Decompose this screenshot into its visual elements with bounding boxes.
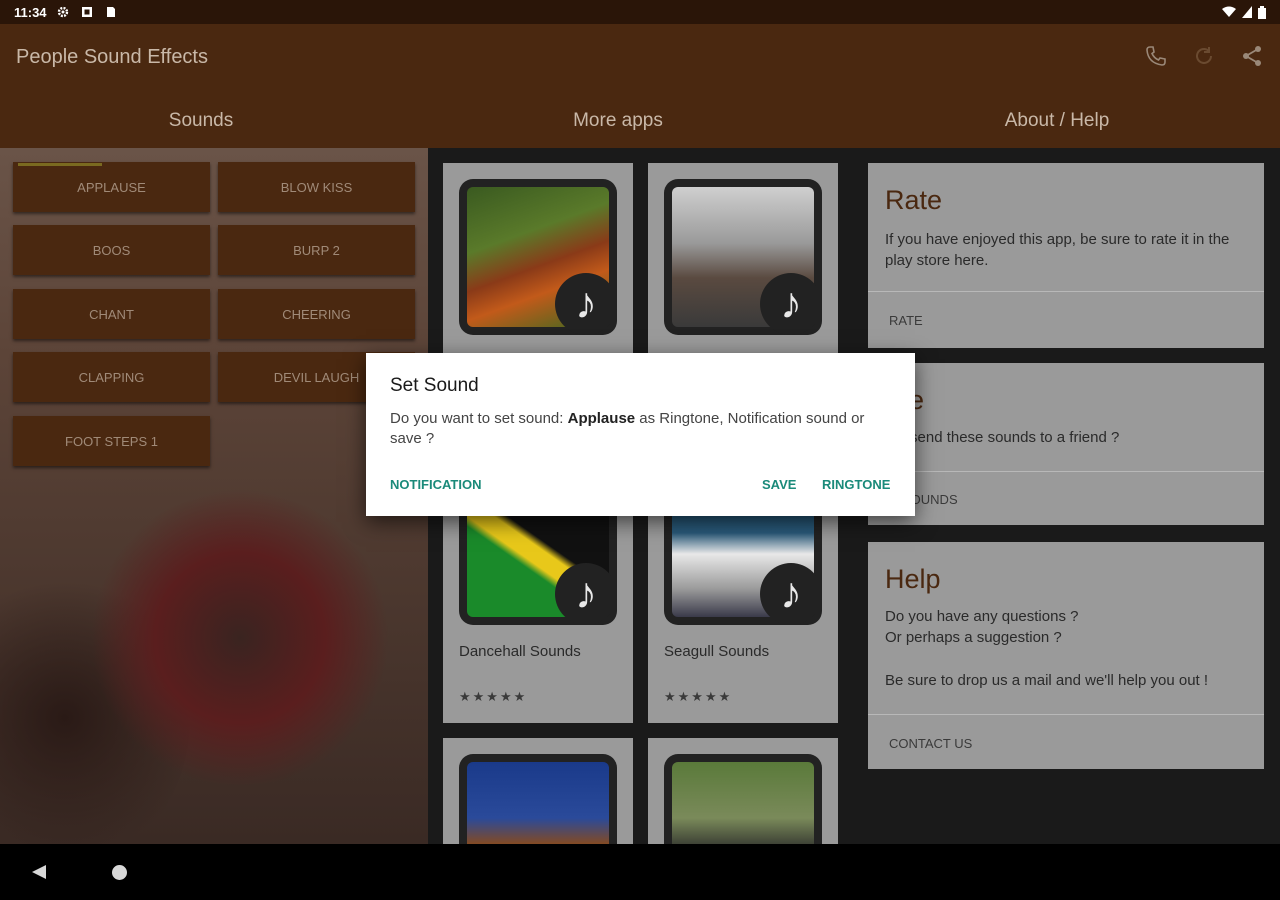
sound-button-cheering[interactable]: CHEERING [218,289,415,339]
dialog-message: Do you want to set sound: Applause as Ri… [390,409,893,449]
square-icon [81,7,92,17]
sound-button-chant[interactable]: CHANT [13,289,210,339]
status-bar: 11:34 [0,0,1280,24]
notification-button[interactable]: NOTIFICATION [390,477,481,492]
rate-card: Rate If you have enjoyed this app, be su… [868,163,1264,348]
background-image-detail [90,488,390,788]
help-line: Be sure to drop us a mail and we'll help… [885,672,1209,689]
signal-icon [1242,6,1252,18]
dialog-message-prefix: Do you want to set sound: [390,410,568,427]
sound-button-clapping[interactable]: CLAPPING [13,352,210,402]
music-note-icon: ♪ [555,273,617,335]
set-sound-dialog: Set Sound Do you want to set sound: Appl… [366,353,915,516]
app-bar-actions [1144,44,1264,68]
battery-icon [1258,5,1266,19]
share-icon[interactable] [1240,44,1264,68]
app-thumbnail: ♪ [459,179,617,335]
app-bar: People Sound Effects Sounds More apps Ab… [0,24,1280,148]
rate-body: If you have enjoyed this app, be sure to… [885,231,1230,269]
about-help-panel: Rate If you have enjoyed this app, be su… [852,148,1280,844]
navigation-bar [0,844,1280,900]
app-name: Seagull Sounds [664,643,770,660]
music-note-icon: ♪ [760,563,822,625]
app-title: People Sound Effects [16,46,208,68]
music-note-icon: ♪ [760,273,822,335]
app-thumbnail: ♪ [664,179,822,335]
share-card: are t to send these sounds to a friend ?… [868,363,1264,525]
tab-about-help[interactable]: About / Help [834,94,1280,148]
sound-button-blow-kiss[interactable]: BLOW KISS [218,162,415,212]
help-body: Do you have any questions ? Or perhaps a… [885,606,1250,691]
sound-button-boos[interactable]: BOOS [13,225,210,275]
app-rating: ★★★★★ [459,689,528,704]
share-body: t to send these sounds to a friend ? [885,429,1120,446]
sound-button-foot-steps-1[interactable]: FOOT STEPS 1 [13,416,210,466]
rate-button[interactable]: RATE [889,313,923,328]
home-icon[interactable] [112,865,127,880]
help-title: Help [885,564,941,594]
help-line: Or perhaps a suggestion ? [885,629,1062,646]
sounds-panel: APPLAUSE BLOW KISS BOOS BURP 2 CHANT CHE… [0,148,428,844]
app-rating: ★★★★★ [664,689,733,704]
help-card: Help Do you have any questions ? Or perh… [868,542,1264,769]
back-icon[interactable] [32,865,46,879]
app-card[interactable] [648,738,838,844]
help-line: Do you have any questions ? [885,608,1079,625]
divider [868,714,1264,715]
rate-title: Rate [885,185,943,215]
status-right [1222,5,1266,19]
sound-button-applause[interactable]: APPLAUSE [13,162,210,212]
tab-more-apps[interactable]: More apps [402,94,834,148]
save-button[interactable]: SAVE [762,477,796,492]
refresh-icon[interactable] [1192,44,1216,68]
divider [868,471,1264,472]
status-time: 11:34 [14,4,47,20]
dialog-sound-name: Applause [567,410,636,427]
phone-icon[interactable] [1144,44,1168,68]
gear-icon [57,6,68,18]
app-card[interactable]: ♪ [648,163,838,363]
divider [868,291,1264,292]
wifi-icon [1222,6,1236,17]
dialog-title: Set Sound [390,375,479,396]
playback-progress [18,163,102,166]
sim-icon [106,7,115,17]
ringtone-button[interactable]: RINGTONE [822,477,890,492]
app-card[interactable] [443,738,633,844]
contact-us-button[interactable]: CONTACT US [889,736,972,751]
sound-button-burp-2[interactable]: BURP 2 [218,225,415,275]
app-thumbnail [664,754,822,844]
app-name: Dancehall Sounds [459,643,581,660]
tab-sounds[interactable]: Sounds [0,94,402,148]
app-thumbnail [459,754,617,844]
tab-bar: Sounds More apps About / Help [0,94,1280,148]
app-card[interactable]: ♪ [443,163,633,363]
music-note-icon: ♪ [555,563,617,625]
